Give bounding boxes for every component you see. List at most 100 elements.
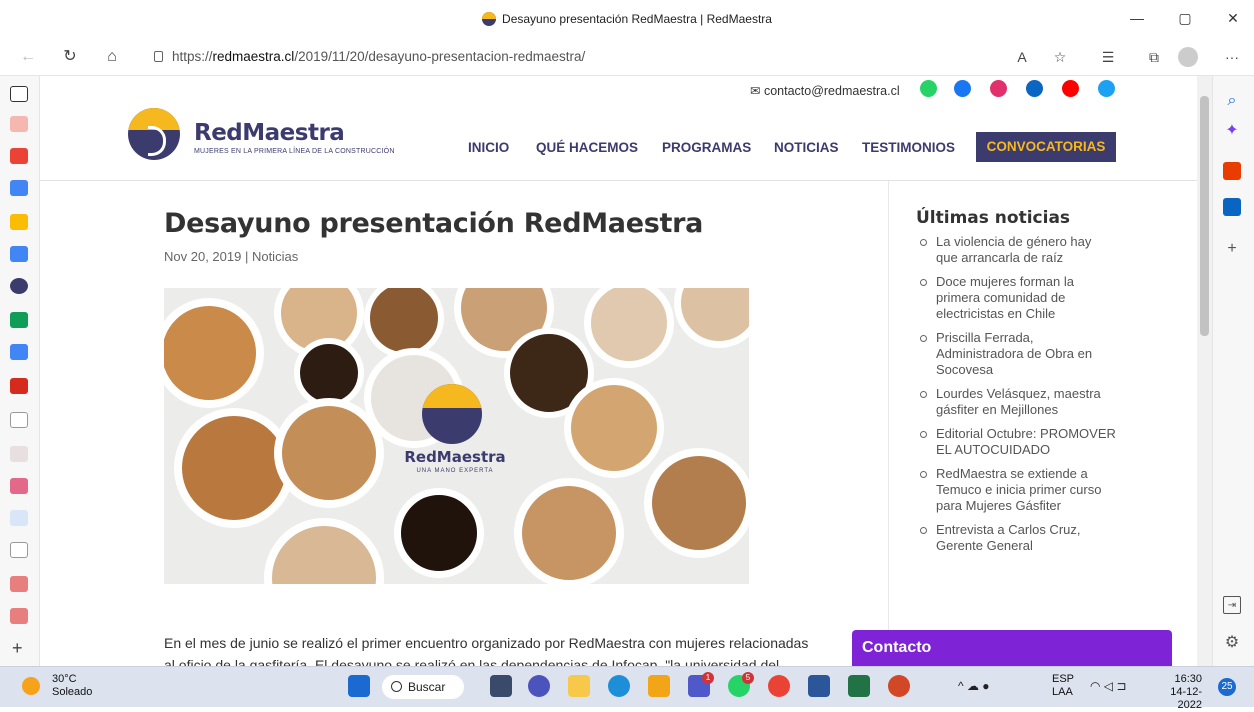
chrome-icon[interactable] — [768, 675, 790, 697]
back-button[interactable]: ← — [18, 47, 38, 67]
nav-inicio[interactable]: INICIO — [468, 140, 509, 155]
read-aloud-icon[interactable]: A — [1012, 47, 1032, 67]
word-icon[interactable] — [808, 675, 830, 697]
linkedin-icon[interactable] — [1026, 80, 1043, 97]
hero-image: RedMaestra UNA MANO EXPERTA — [164, 288, 749, 584]
nav-programas[interactable]: PROGRAMAS — [662, 140, 751, 155]
url-path: /2019/11/20/desayuno-presentacion-redmae… — [294, 49, 586, 64]
settings-gear-icon[interactable]: ⚙ — [1223, 634, 1241, 652]
post-date: Nov 20, 2019 — [164, 249, 242, 264]
collections-icon[interactable]: ⧉ — [1144, 47, 1164, 67]
article-body: En el mes de junio se realizó el primer … — [164, 632, 864, 666]
search-icon[interactable]: ⌕ — [1223, 92, 1241, 110]
news-item[interactable]: RedMaestra se extiende a Temuco e inicia… — [916, 466, 1116, 514]
input-language[interactable]: ESP LAA — [1052, 673, 1074, 699]
site-logo[interactable] — [128, 108, 180, 160]
category-link[interactable]: Noticias — [252, 249, 298, 264]
contact-email-link[interactable]: ✉ contacto@redmaestra.cl — [750, 83, 900, 98]
network-volume-icons[interactable]: ◠ ◁ ⊐ — [1090, 679, 1126, 693]
outlook-icon[interactable] — [1223, 198, 1241, 216]
flag-tab-icon[interactable] — [10, 378, 28, 394]
news-item[interactable]: Lourdes Velásquez, maestra gásfiter en M… — [916, 386, 1116, 418]
window-titlebar: Desayuno presentación RedMaestra | RedMa… — [0, 0, 1254, 38]
nav-testimonios[interactable]: TESTIMONIOS — [862, 140, 955, 155]
notification-badge[interactable]: 25 — [1218, 678, 1236, 696]
nav-noticias[interactable]: NOTICIAS — [774, 140, 839, 155]
scrollbar-thumb[interactable] — [1200, 96, 1209, 336]
hide-sidebar-icon[interactable]: ⇥ — [1223, 596, 1241, 614]
clock-time: 16:30 — [1174, 673, 1202, 685]
clock[interactable]: 16:30 14-12-2022 — [1158, 673, 1202, 712]
pdf-tab-icon[interactable] — [10, 608, 28, 624]
whatsapp-icon[interactable] — [920, 80, 937, 97]
home-button[interactable]: ⌂ — [102, 47, 122, 67]
redmaestra-favicon — [482, 12, 497, 26]
keyboard-layout: LAA — [1052, 686, 1073, 698]
sticky-app-icon[interactable] — [648, 675, 670, 697]
instagram-icon[interactable] — [990, 80, 1007, 97]
twitter-icon[interactable] — [1098, 80, 1115, 97]
sheets-tab-icon[interactable] — [10, 312, 28, 328]
news-item[interactable]: Entrevista a Carlos Cruz, Gerente Genera… — [916, 522, 1116, 554]
refresh-button[interactable]: ↻ — [60, 47, 80, 67]
minimize-button[interactable]: — — [1126, 8, 1148, 28]
contact-widget[interactable]: Contacto — [852, 630, 1172, 666]
tray-overflow-icon[interactable]: ^ ☁ ● — [958, 679, 990, 693]
news-item[interactable]: La violencia de género hay que arrancarl… — [916, 234, 1116, 266]
new-tab-icon[interactable]: + — [12, 638, 23, 659]
calendar-tab-icon[interactable] — [10, 180, 28, 196]
start-button[interactable] — [348, 675, 370, 697]
url-domain: redmaestra.cl — [212, 49, 295, 64]
weather-sun-icon[interactable] — [22, 677, 40, 695]
more-menu-button[interactable]: ··· — [1222, 47, 1242, 67]
url-field[interactable]: https://redmaestra.cl/2019/11/20/desayun… — [148, 44, 1008, 70]
teams-badge: 1 — [702, 672, 714, 684]
news-item[interactable]: Priscilla Ferrada, Administradora de Obr… — [916, 330, 1116, 378]
favorites-icon[interactable]: ☰ — [1098, 47, 1118, 67]
profile-avatar[interactable] — [1178, 47, 1198, 67]
pdf-tab-icon[interactable] — [10, 576, 28, 592]
edge-icon[interactable] — [608, 675, 630, 697]
facebook-icon[interactable] — [954, 80, 971, 97]
powerpoint-icon[interactable] — [888, 675, 910, 697]
file-explorer-icon[interactable] — [568, 675, 590, 697]
brand-name[interactable]: RedMaestra — [194, 120, 345, 146]
discover-icon[interactable]: ✦ — [1223, 122, 1241, 140]
weather-condition: Soleado — [52, 686, 93, 698]
tab-actions-icon[interactable] — [10, 86, 28, 102]
page-tab-icon[interactable] — [10, 412, 28, 428]
docs-tab-icon[interactable] — [10, 344, 28, 360]
search-tab-icon[interactable] — [10, 510, 28, 526]
gmail-tab-icon[interactable] — [10, 148, 28, 164]
lock-icon — [154, 51, 163, 62]
news-item[interactable]: Editorial Octubre: PROMOVER EL AUTOCUIDA… — [916, 426, 1116, 458]
page-tab-icon[interactable] — [10, 542, 28, 558]
restore-button[interactable]: ▢ — [1174, 8, 1196, 28]
weather-widget[interactable]: 30°C Soleado — [52, 673, 92, 699]
redmaestra-tab-icon[interactable] — [10, 278, 28, 294]
header-divider — [40, 180, 1197, 181]
email-text: contacto@redmaestra.cl — [763, 84, 900, 98]
docs-tab-icon[interactable] — [10, 246, 28, 262]
nav-que-hacemos[interactable]: QUÉ HACEMOS — [536, 140, 638, 155]
brand-tagline: MUJERES EN LA PRIMERA LÍNEA DE LA CONSTR… — [194, 148, 395, 155]
excel-icon[interactable] — [848, 675, 870, 697]
hero-brand: RedMaestra — [404, 448, 506, 466]
close-button[interactable]: ✕ — [1222, 8, 1244, 28]
url-prefix: https:// — [172, 49, 213, 64]
youtube-icon[interactable] — [1062, 80, 1079, 97]
gmail-tab-icon[interactable] — [10, 116, 28, 132]
page-scrollbar[interactable] — [1197, 76, 1212, 666]
add-favorite-icon[interactable]: ☆ — [1050, 47, 1070, 67]
nav-convocatorias[interactable]: CONVOCATORIAS — [976, 132, 1116, 162]
taskbar-search[interactable]: Buscar — [382, 675, 464, 699]
drive-tab-icon[interactable] — [10, 214, 28, 230]
page-tab-icon[interactable] — [10, 446, 28, 462]
chat-icon[interactable] — [528, 675, 550, 697]
add-sidebar-app-icon[interactable]: + — [1223, 240, 1241, 258]
office-icon[interactable] — [1223, 162, 1241, 180]
sidebar-divider — [888, 181, 889, 666]
news-item[interactable]: Doce mujeres forman la primera comunidad… — [916, 274, 1116, 322]
task-view-icon[interactable] — [490, 675, 512, 697]
app-tab-icon[interactable] — [10, 478, 28, 494]
